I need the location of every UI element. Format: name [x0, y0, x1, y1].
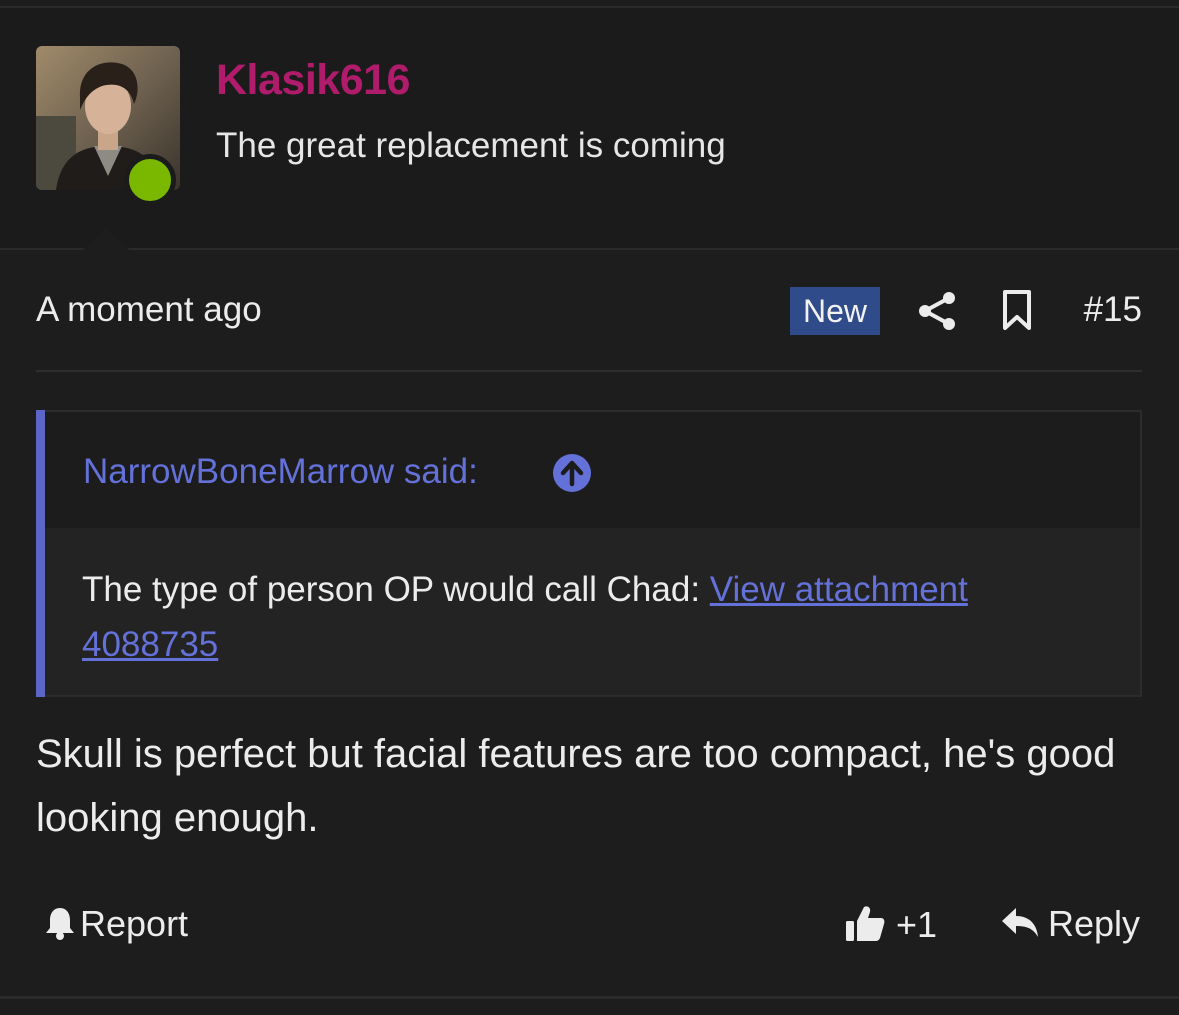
post-actions: Report +1 Reply: [36, 895, 1142, 955]
like-button[interactable]: +1: [844, 903, 937, 946]
post-number[interactable]: #15: [1084, 290, 1142, 330]
username[interactable]: Klasik616: [216, 56, 410, 105]
quote-block: NarrowBoneMarrow said: The type of perso…: [36, 410, 1142, 697]
reply-label: Reply: [1047, 903, 1140, 944]
bell-icon: [46, 908, 74, 940]
post-message: Skull is perfect but facial features are…: [36, 732, 1116, 840]
post-meta: A moment ago New #15: [36, 280, 1142, 342]
reply-button[interactable]: Reply: [1000, 903, 1140, 945]
share-icon[interactable]: [916, 290, 958, 332]
user-header: Klasik616 The great replacement is comin…: [0, 8, 1179, 258]
arrow-up-icon[interactable]: [553, 454, 591, 492]
user-title: The great replacement is coming: [216, 126, 726, 165]
new-badge: New: [790, 287, 880, 335]
bottom-divider: [0, 996, 1179, 999]
quote-body-text: The type of person OP would call Chad:: [82, 570, 710, 609]
report-button[interactable]: Report: [44, 903, 188, 945]
report-label: Report: [80, 903, 189, 944]
meta-divider: [36, 370, 1142, 372]
post-timestamp[interactable]: A moment ago: [36, 290, 262, 330]
online-status-indicator: [124, 154, 176, 206]
message-pointer: [74, 228, 138, 258]
bookmark-icon[interactable]: [999, 289, 1035, 331]
like-count: +1: [896, 904, 938, 945]
thumbs-up-icon: [846, 906, 885, 941]
quote-accent-bar: [36, 410, 45, 697]
quote-author[interactable]: NarrowBoneMarrow said:: [83, 452, 478, 492]
reply-icon: [1001, 908, 1038, 937]
quote-header: NarrowBoneMarrow said:: [45, 412, 1140, 528]
quote-text: The type of person OP would call Chad: V…: [82, 562, 1092, 672]
